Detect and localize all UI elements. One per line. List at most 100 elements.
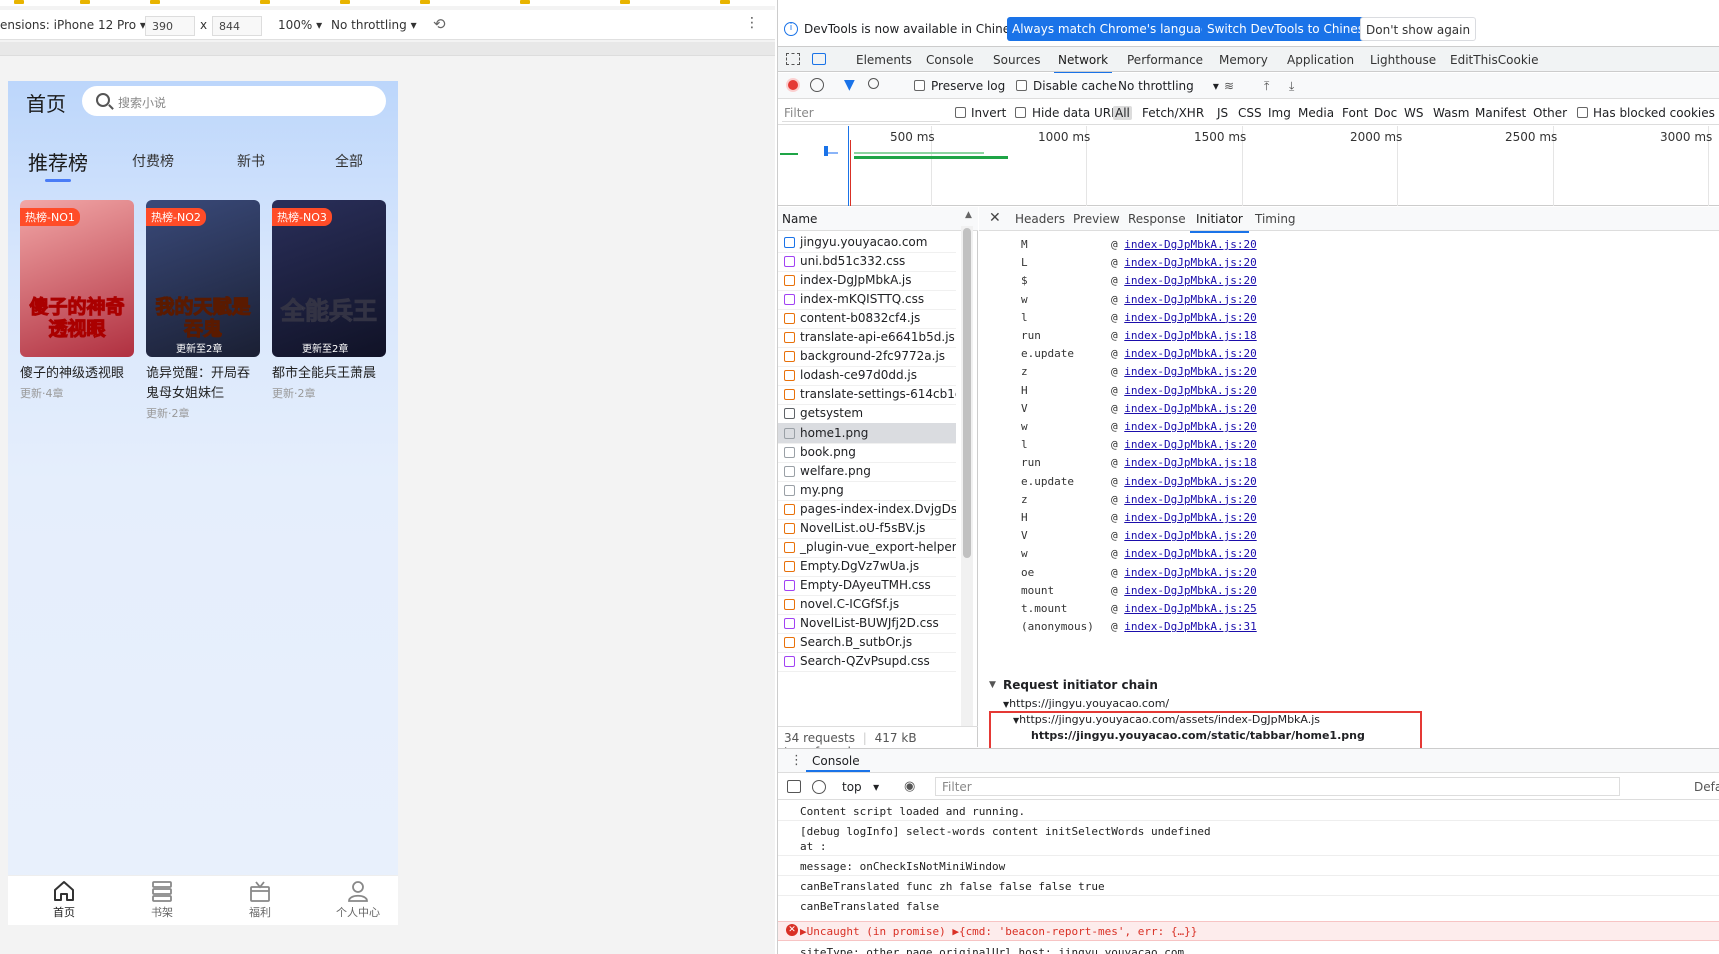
source-link[interactable]: index-DgJpMbkA.js:20 — [1124, 475, 1256, 488]
console-filter-input[interactable]: Filter — [935, 777, 1620, 796]
request-row[interactable]: Search-QZvPsupd.css — [778, 651, 956, 673]
book-card[interactable]: 热榜-NO2 我的天赋是吞鬼 更新至2章 诡异觉醒：开局吞鬼母女姐妹仨 更新·2… — [146, 200, 260, 421]
source-link[interactable]: index-DgJpMbkA.js:20 — [1124, 547, 1256, 560]
tabbar-bookshelf[interactable]: 书架 — [132, 880, 192, 920]
disable-cache-checkbox[interactable] — [1016, 80, 1027, 91]
bookmark-icon[interactable] — [340, 0, 350, 4]
tabbar-welfare[interactable]: 福利 — [230, 880, 290, 920]
download-icon[interactable]: ⤓ — [1289, 79, 1294, 94]
default-levels[interactable]: Defa — [1694, 780, 1719, 794]
tab-all[interactable]: 全部 — [335, 151, 363, 171]
source-link[interactable]: index-DgJpMbkA.js:25 — [1124, 602, 1256, 615]
tab-initiator[interactable]: Initiator — [1190, 212, 1249, 233]
tab-response[interactable]: Response — [1128, 212, 1186, 226]
book-title[interactable]: 诡异觉醒：开局吞鬼母女姐妹仨 — [146, 364, 260, 404]
sidebar-toggle-icon[interactable] — [787, 780, 801, 793]
filter-doc[interactable]: Doc — [1374, 106, 1397, 120]
rotate-icon[interactable]: ⟲ — [433, 15, 446, 33]
width-input[interactable]: 390 — [145, 16, 195, 36]
tab-preview[interactable]: Preview — [1073, 212, 1120, 226]
inspect-icon[interactable] — [786, 53, 800, 65]
book-cover[interactable]: 热榜-NO1 傻子的神奇透视眼 — [20, 200, 134, 357]
tabbar-home[interactable]: 首页 — [34, 880, 94, 920]
request-row[interactable]: NovelList.oU-f5sBV.js — [778, 518, 956, 539]
tab-paid[interactable]: 付费榜 — [132, 151, 174, 171]
tab-memory[interactable]: Memory — [1219, 53, 1268, 67]
request-row[interactable]: uni.bd51c332.css — [778, 251, 956, 273]
filter-js[interactable]: JS — [1217, 106, 1228, 120]
filter-manifest[interactable]: Manifest — [1475, 106, 1526, 120]
device-toggle-icon[interactable] — [812, 53, 826, 65]
context-select[interactable]: top ▾ — [842, 780, 879, 794]
filter-img[interactable]: Img — [1268, 106, 1291, 120]
source-link[interactable]: index-DgJpMbkA.js:20 — [1124, 584, 1256, 597]
request-row[interactable]: index-DgJpMbkA.js — [778, 270, 956, 292]
clear-console-icon[interactable] — [812, 780, 826, 794]
source-link[interactable]: index-DgJpMbkA.js:20 — [1124, 529, 1256, 542]
request-row[interactable]: my.png — [778, 480, 956, 501]
tab-console[interactable]: Console — [926, 53, 974, 67]
tab-timing[interactable]: Timing — [1255, 212, 1296, 226]
net-throttling-select[interactable]: No throttling ▾ — [1118, 79, 1219, 93]
bookmark-icon[interactable] — [14, 0, 24, 4]
filter-media[interactable]: Media — [1298, 106, 1334, 120]
request-row[interactable]: lodash-ce97d0dd.js — [778, 365, 956, 387]
tab-headers[interactable]: Headers — [1015, 212, 1065, 226]
book-cover[interactable]: 热榜-NO2 我的天赋是吞鬼 更新至2章 — [146, 200, 260, 357]
request-row[interactable]: getsystem — [778, 403, 956, 425]
name-column-header[interactable]: Name ▲ — [778, 207, 978, 231]
device-select[interactable]: ensions: iPhone 12 Pro ▾ — [0, 18, 146, 32]
blocked-cookies-checkbox[interactable] — [1577, 107, 1588, 118]
request-row[interactable]: NovelList-BUWJfj2D.css — [778, 613, 956, 634]
source-link[interactable]: index-DgJpMbkA.js:20 — [1124, 438, 1256, 451]
tab-recommend[interactable]: 推荐榜 — [28, 147, 88, 182]
request-row[interactable]: book.png — [778, 442, 956, 463]
wifi-icon[interactable]: ≋ — [1224, 79, 1234, 93]
eye-icon[interactable]: ◉ — [904, 779, 915, 794]
source-link[interactable]: index-DgJpMbkA.js:20 — [1124, 402, 1256, 415]
search-input[interactable]: 搜索小说 — [82, 86, 386, 116]
book-title[interactable]: 傻子的神级透视眼 — [20, 364, 134, 384]
book-card[interactable]: 热榜-NO3 全能兵王 更新至2章 都市全能兵王萧晨 更新·2章 — [272, 200, 386, 401]
bookmark-icon[interactable] — [520, 0, 530, 4]
filter-font[interactable]: Font — [1342, 106, 1368, 120]
book-cover[interactable]: 热榜-NO3 全能兵王 更新至2章 — [272, 200, 386, 357]
network-filter-input[interactable]: Filter — [782, 103, 940, 122]
bookmark-icon[interactable] — [720, 0, 730, 4]
source-link[interactable]: index-DgJpMbkA.js:20 — [1124, 420, 1256, 433]
chain-root[interactable]: ▼https://jingyu.youyacao.com/ — [1003, 697, 1169, 710]
dont-show-button[interactable]: Don't show again — [1360, 17, 1477, 41]
source-link[interactable]: index-DgJpMbkA.js:20 — [1124, 511, 1256, 524]
close-icon[interactable]: ✕ — [989, 210, 1001, 226]
request-row[interactable]: content-b0832cf4.js — [778, 308, 956, 330]
request-row[interactable]: Empty-DAyeuTMH.css — [778, 575, 956, 596]
tab-editthiscookie[interactable]: EditThisCookie — [1450, 53, 1539, 67]
request-row[interactable]: translate-api-e6641b5d.js — [778, 327, 956, 349]
tabbar-profile[interactable]: 个人中心 — [328, 880, 388, 920]
source-link[interactable]: index-DgJpMbkA.js:20 — [1124, 493, 1256, 506]
source-link[interactable]: index-DgJpMbkA.js:18 — [1124, 456, 1256, 469]
filter-wasm[interactable]: Wasm — [1433, 106, 1469, 120]
tab-network[interactable]: Network — [1053, 53, 1113, 74]
source-link[interactable]: index-DgJpMbkA.js:20 — [1124, 256, 1256, 269]
more-options-icon[interactable]: ⋮ — [745, 15, 759, 31]
tab-application[interactable]: Application — [1287, 53, 1354, 67]
tab-sources[interactable]: Sources — [993, 53, 1040, 67]
filter-icon[interactable]: ▼ — [844, 77, 855, 93]
source-link[interactable]: index-DgJpMbkA.js:20 — [1124, 293, 1256, 306]
source-link[interactable]: index-DgJpMbkA.js:20 — [1124, 384, 1256, 397]
hide-data-checkbox[interactable] — [1015, 107, 1026, 118]
request-row[interactable]: background-2fc9772a.js — [778, 346, 956, 368]
clear-icon[interactable] — [810, 78, 824, 92]
collapse-icon[interactable]: ▼ — [989, 680, 996, 690]
preserve-log-checkbox[interactable] — [914, 80, 925, 91]
source-link[interactable]: index-DgJpMbkA.js:20 — [1124, 274, 1256, 287]
source-link[interactable]: index-DgJpMbkA.js:20 — [1124, 566, 1256, 579]
source-link[interactable]: index-DgJpMbkA.js:20 — [1124, 238, 1256, 251]
source-link[interactable]: index-DgJpMbkA.js:20 — [1124, 365, 1256, 378]
source-link[interactable]: index-DgJpMbkA.js:20 — [1124, 311, 1256, 324]
throttling-select[interactable]: No throttling ▾ — [331, 18, 417, 32]
match-language-button[interactable]: Always match Chrome's language — [1007, 17, 1221, 41]
request-row[interactable]: Empty.DgVz7wUa.js — [778, 556, 956, 577]
request-list-scrollbar[interactable] — [961, 226, 973, 726]
